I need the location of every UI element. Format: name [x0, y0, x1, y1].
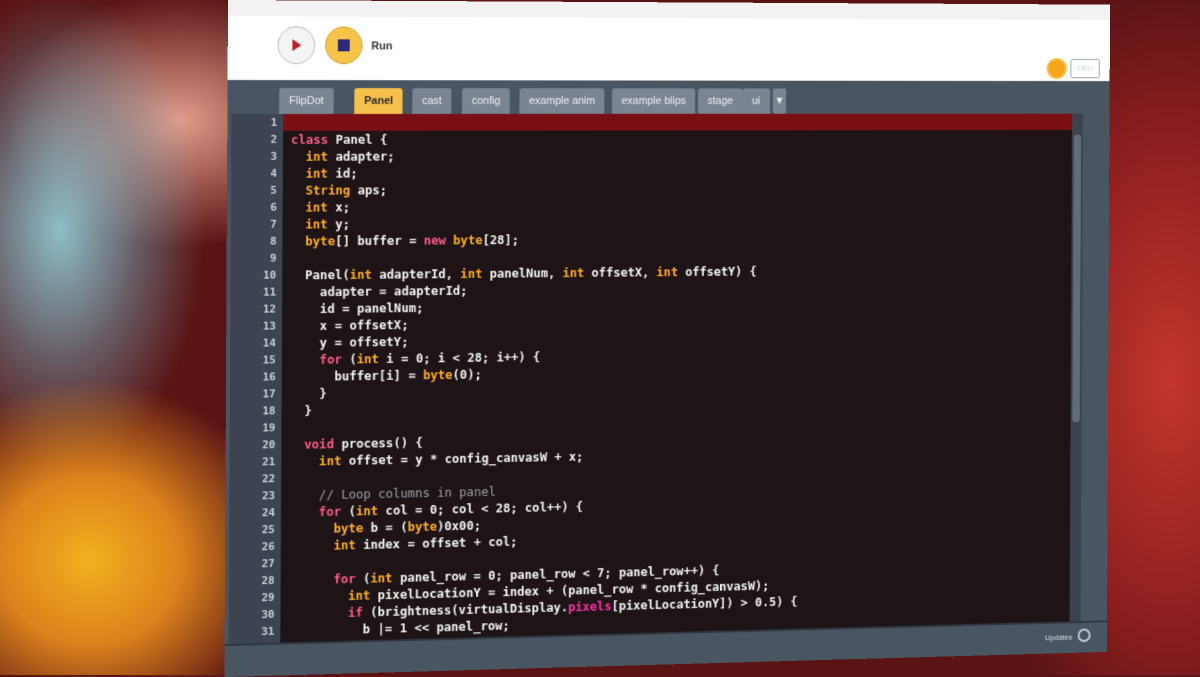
monitor-screen: Run DEU FlipDot Panel cast config exampl… [224, 0, 1111, 677]
tab-panel[interactable]: Panel [354, 88, 403, 114]
tab-example-blips[interactable]: example blips [611, 88, 696, 114]
stop-button[interactable] [324, 26, 363, 65]
line-number: 14 [262, 336, 277, 350]
editor-scrollbar-thumb[interactable] [1072, 134, 1082, 423]
line-number: 9 [269, 251, 277, 265]
line-number: 18 [262, 404, 276, 418]
gear-icon[interactable] [1077, 628, 1091, 643]
code-line[interactable]: class Panel { [291, 130, 1068, 148]
line-number: 4 [270, 166, 277, 180]
stop-icon [337, 39, 350, 52]
line-number: 3 [270, 149, 277, 163]
tab-bar: FlipDot Panel cast config example anim e… [227, 80, 1110, 115]
play-icon [292, 39, 302, 52]
code-editor[interactable]: 1 2 3 4 5 6 7 8 9 10 11 12 13 14 15 16 17 18 19 20 21 22 23 24 2… [228, 113, 1073, 644]
mode-indicator-icon[interactable] [1046, 58, 1067, 80]
line-number: 24 [261, 506, 276, 520]
line-number: 1 [270, 115, 278, 129]
line-number: 10 [263, 268, 277, 282]
line-number-gutter: 1 2 3 4 5 6 7 8 9 10 11 12 13 14 15 16 17 18 19 20 21 22 23 24 2… [228, 113, 284, 644]
code-line[interactable] [291, 114, 1068, 131]
code-area[interactable]: class Panel { int adapter; int id; Strin… [288, 114, 1068, 644]
line-number: 25 [261, 523, 276, 537]
line-number: 12 [262, 302, 277, 316]
tab-overflow-menu[interactable]: ▼ [772, 88, 787, 114]
line-number: 29 [261, 590, 275, 605]
line-number: 17 [262, 387, 276, 401]
line-number: 11 [263, 285, 277, 299]
line-number: 5 [270, 183, 277, 197]
updates-label[interactable]: Updates [1045, 633, 1072, 642]
line-number: 16 [262, 370, 276, 384]
line-number: 22 [262, 472, 276, 486]
line-number: 19 [262, 421, 276, 435]
line-number: 27 [261, 556, 275, 571]
line-number: 30 [261, 607, 275, 622]
tab-flipdot[interactable]: FlipDot [279, 88, 334, 114]
tab-cast[interactable]: cast [412, 88, 452, 114]
line-number: 13 [262, 319, 277, 333]
toolbar: Run DEU [227, 15, 1111, 82]
line-number: 31 [261, 624, 275, 639]
line-number: 28 [261, 573, 275, 588]
tab-config[interactable]: config [462, 88, 511, 114]
run-button[interactable] [277, 26, 316, 65]
tab-stage[interactable]: stage [697, 88, 743, 114]
tab-ui[interactable]: ui [742, 88, 770, 114]
line-number: 2 [270, 132, 278, 146]
toolbar-title: Run [371, 40, 393, 53]
processing-ide-window: Run DEU FlipDot Panel cast config exampl… [224, 15, 1111, 677]
line-number: 6 [270, 200, 277, 214]
line-number: 23 [261, 489, 276, 503]
line-number: 15 [262, 353, 276, 367]
line-number: 8 [269, 234, 277, 248]
tab-example-anim[interactable]: example anim [519, 88, 605, 114]
line-number: 7 [269, 217, 277, 231]
line-number: 20 [262, 438, 276, 452]
language-select[interactable]: DEU [1070, 59, 1100, 79]
line-number: 21 [262, 455, 276, 469]
line-number: 26 [261, 539, 275, 554]
